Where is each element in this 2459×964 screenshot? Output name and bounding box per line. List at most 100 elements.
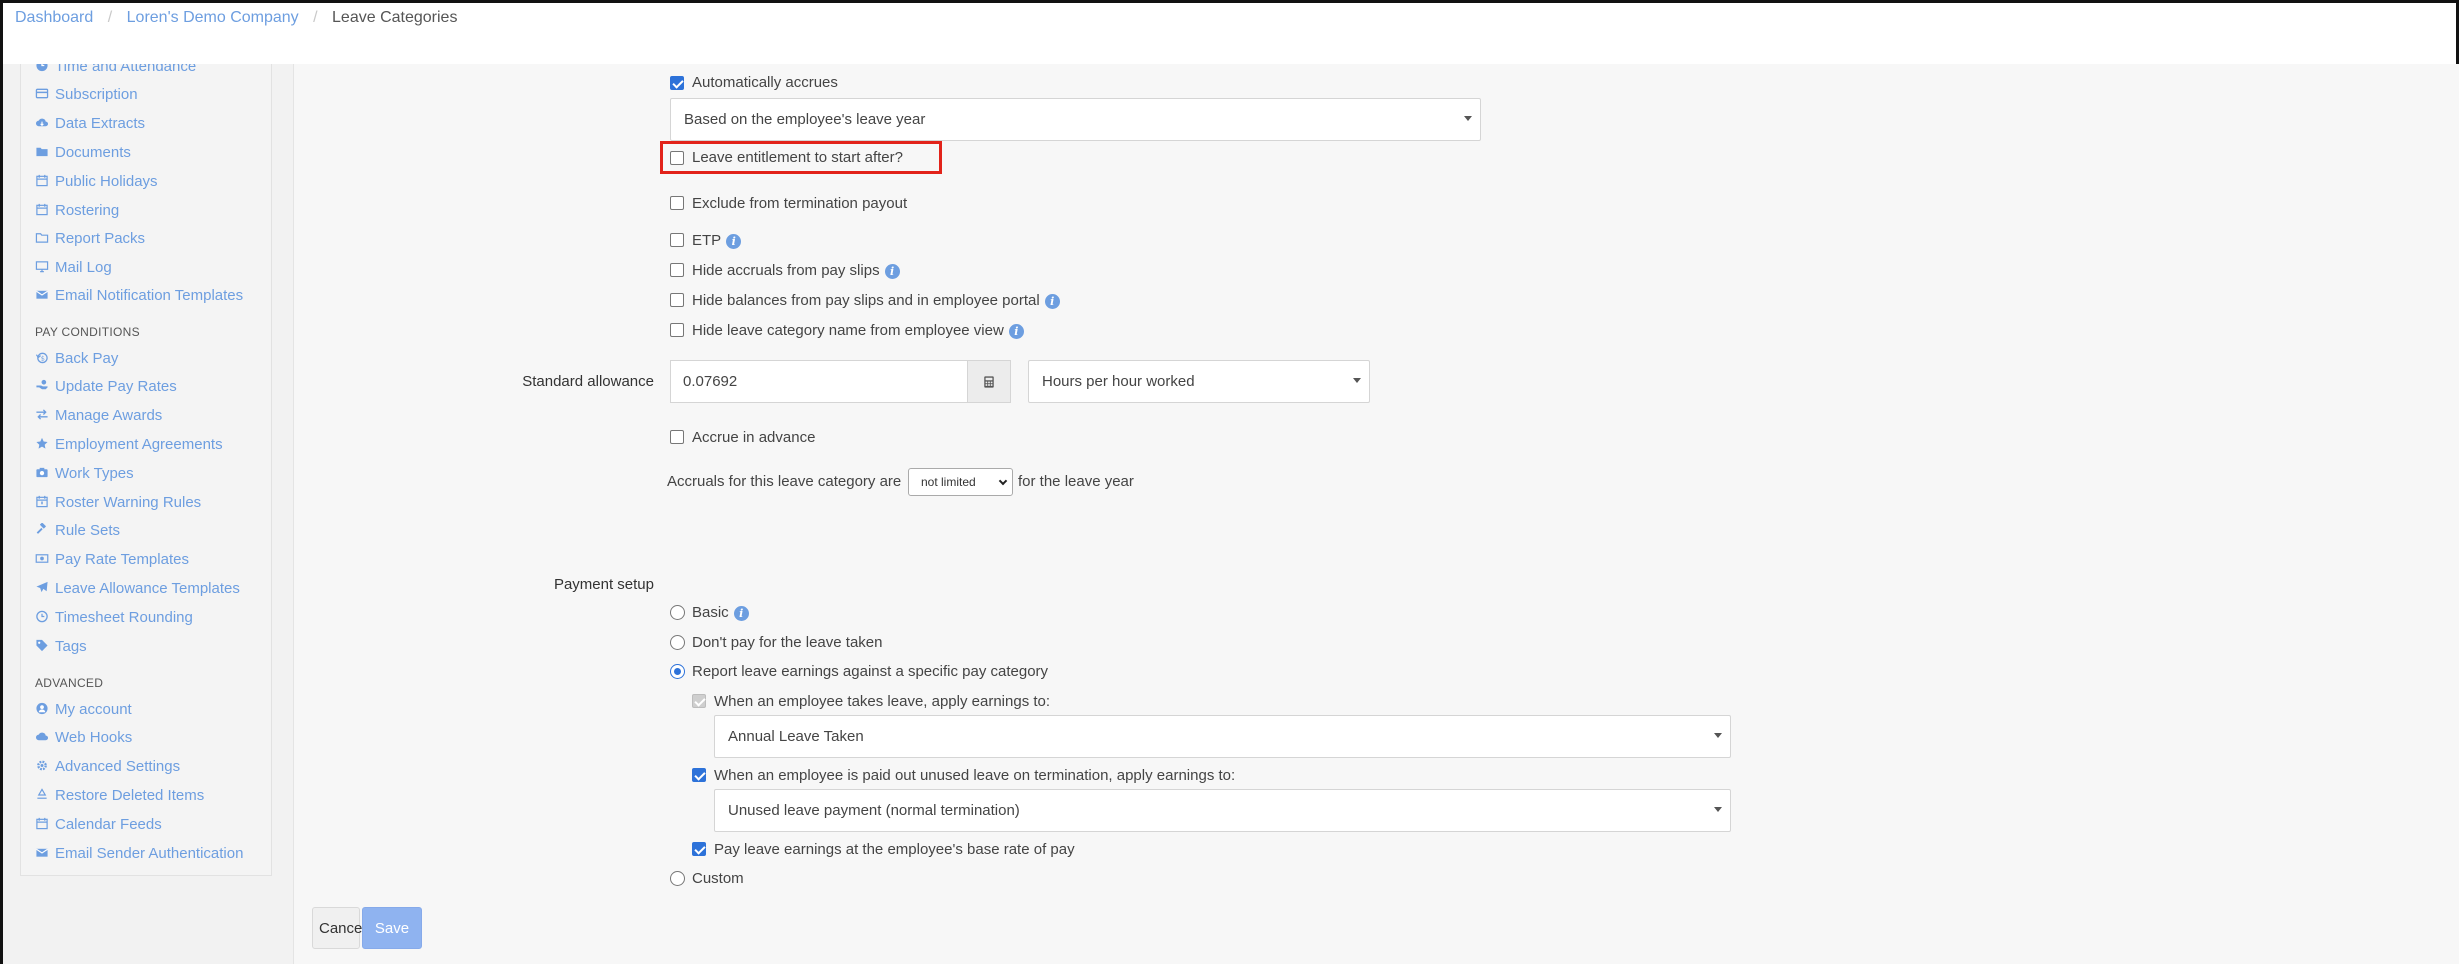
takes-leave-checkbox[interactable] (692, 694, 706, 708)
sidebar-item-label: My account (55, 701, 132, 718)
sidebar-item-data-extracts[interactable]: Data Extracts (35, 115, 145, 133)
auto-accrues-checkbox[interactable] (670, 76, 684, 90)
etp-checkbox[interactable] (670, 233, 684, 247)
sidebar-item-leave-allowance-templates[interactable]: Leave Allowance Templates (35, 580, 240, 598)
accrue-advance-checkbox[interactable] (670, 430, 684, 444)
etp-label-text: ETP (692, 232, 722, 249)
sidebar-item-restore-deleted-items[interactable]: Restore Deleted Items (35, 787, 204, 805)
info-icon[interactable]: i (1008, 324, 1024, 339)
sidebar-item-rostering[interactable]: Rostering (35, 202, 119, 220)
sidebar-item-pay-rate-templates[interactable]: Pay Rate Templates (35, 551, 189, 569)
chevron-down-icon (998, 476, 1008, 486)
back-pay-icon: $ (35, 351, 49, 364)
sidebar-item-roster-warning-rules[interactable]: Roster Warning Rules (35, 494, 201, 512)
folder-icon (35, 145, 49, 158)
sidebar: Time and Attendance Subscription Data Ex… (20, 64, 272, 876)
entitlement-start-checkbox[interactable] (670, 151, 684, 165)
standard-allowance-label: Standard allowance (522, 373, 654, 390)
sidebar-item-advanced-settings[interactable]: Advanced Settings (35, 758, 180, 776)
standard-allowance-input[interactable] (670, 360, 968, 403)
chevron-down-icon (1714, 732, 1722, 738)
paid-out-checkbox[interactable] (692, 768, 706, 782)
sidebar-item-label: Tags (55, 638, 87, 655)
sidebar-item-rule-sets[interactable]: Rule Sets (35, 522, 120, 540)
hide-accruals-checkbox[interactable] (670, 263, 684, 277)
calendar-warning-icon (35, 495, 49, 508)
payment-dont-pay-label: Don't pay for the leave taken (692, 634, 883, 651)
accrual-basis-select[interactable]: Based on the employee's leave year (670, 98, 1481, 141)
sidebar-item-timesheet-rounding[interactable]: Timesheet Rounding (35, 609, 193, 627)
payment-setup-label: Payment setup (553, 576, 654, 593)
save-button[interactable]: Save (362, 907, 422, 949)
sidebar-item-label: Public Holidays (55, 173, 158, 190)
hide-name-checkbox[interactable] (670, 323, 684, 337)
hide-balances-label-text: Hide balances from pay slips and in empl… (692, 292, 1040, 309)
sidebar-item-manage-awards[interactable]: Manage Awards (35, 407, 162, 425)
sidebar-item-label: Work Types (55, 465, 134, 482)
payment-basic-label-text: Basic (692, 604, 729, 621)
payment-dont-pay-radio[interactable] (670, 635, 685, 650)
breadcrumb-dashboard[interactable]: Dashboard (15, 9, 93, 26)
sidebar-item-mail-log[interactable]: Mail Log (35, 259, 112, 277)
hide-name-label: Hide leave category name from employee v… (692, 322, 1024, 340)
info-icon[interactable]: i (733, 606, 749, 621)
chevron-down-icon (1464, 115, 1472, 121)
cancel-button[interactable]: Cancel (312, 907, 366, 949)
sidebar-item-report-packs[interactable]: Report Packs (35, 230, 145, 248)
sidebar-item-back-pay[interactable]: $ Back Pay (35, 350, 118, 368)
accruals-limit-select[interactable]: not limited (908, 468, 1013, 496)
recycle-icon (35, 788, 49, 801)
sidebar-item-label: Calendar Feeds (55, 816, 162, 833)
sidebar-item-label: Rostering (55, 202, 120, 219)
sidebar-item-subscription[interactable]: Subscription (35, 86, 138, 104)
calculator-button[interactable] (968, 360, 1011, 403)
hand-money-icon (35, 379, 49, 392)
hide-accruals-label-text: Hide accruals from pay slips (692, 262, 880, 279)
gavel-icon (35, 523, 49, 536)
sidebar-item-email-sender-authentication[interactable]: Email Sender Authentication (35, 845, 243, 863)
sidebar-item-web-hooks[interactable]: Web Hooks (35, 729, 132, 747)
base-rate-checkbox[interactable] (692, 842, 706, 856)
takes-leave-select[interactable]: Annual Leave Taken (714, 715, 1731, 758)
allowance-unit-select[interactable]: Hours per hour worked (1028, 360, 1370, 403)
hide-accruals-label: Hide accruals from pay slips i (692, 262, 900, 280)
info-icon[interactable]: i (726, 234, 742, 249)
credit-card-icon (35, 87, 49, 100)
sidebar-item-my-account[interactable]: My account (35, 701, 132, 719)
sidebar-item-label: Update Pay Rates (55, 378, 177, 395)
sidebar-item-documents[interactable]: Documents (35, 144, 131, 162)
envelope-icon (35, 846, 49, 859)
info-icon[interactable]: i (1044, 294, 1060, 309)
clock-icon (35, 64, 49, 72)
payment-custom-radio[interactable] (670, 871, 685, 886)
paid-out-select[interactable]: Unused leave payment (normal termination… (714, 789, 1731, 832)
sidebar-item-label: Advanced Settings (55, 758, 181, 775)
payment-report-radio[interactable] (670, 664, 685, 679)
hide-balances-checkbox[interactable] (670, 293, 684, 307)
chevron-down-icon (1353, 377, 1361, 383)
breadcrumb-separator: / (107, 9, 113, 26)
svg-text:$: $ (41, 354, 45, 362)
accruals-limit-value: not limited (921, 475, 976, 489)
sidebar-item-label: Time and Attendance (55, 64, 197, 75)
sidebar-item-calendar-feeds[interactable]: Calendar Feeds (35, 816, 162, 834)
auto-accrues-label: Automatically accrues (692, 74, 838, 91)
sidebar-item-time-and-attendance[interactable]: Time and Attendance (35, 64, 196, 76)
sidebar-background: Time and Attendance Subscription Data Ex… (3, 64, 293, 964)
sidebar-item-email-notification-templates[interactable]: Email Notification Templates (35, 287, 243, 305)
sidebar-item-employment-agreements[interactable]: Employment Agreements (35, 436, 223, 454)
payment-basic-radio[interactable] (670, 605, 685, 620)
sidebar-item-label: Rule Sets (55, 522, 121, 539)
sidebar-item-work-types[interactable]: Work Types (35, 465, 134, 483)
exchange-icon (35, 408, 49, 421)
sidebar-item-public-holidays[interactable]: Public Holidays (35, 173, 158, 191)
exclude-termination-checkbox[interactable] (670, 196, 684, 210)
hide-name-label-text: Hide leave category name from employee v… (692, 322, 1004, 339)
sidebar-item-update-pay-rates[interactable]: Update Pay Rates (35, 378, 177, 396)
star-icon (35, 437, 49, 450)
breadcrumb-current: Leave Categories (332, 9, 458, 26)
info-icon[interactable]: i (884, 264, 900, 279)
breadcrumb-company[interactable]: Loren's Demo Company (127, 9, 299, 26)
sidebar-item-tags[interactable]: Tags (35, 638, 87, 656)
exclude-termination-label: Exclude from termination payout (692, 195, 908, 212)
